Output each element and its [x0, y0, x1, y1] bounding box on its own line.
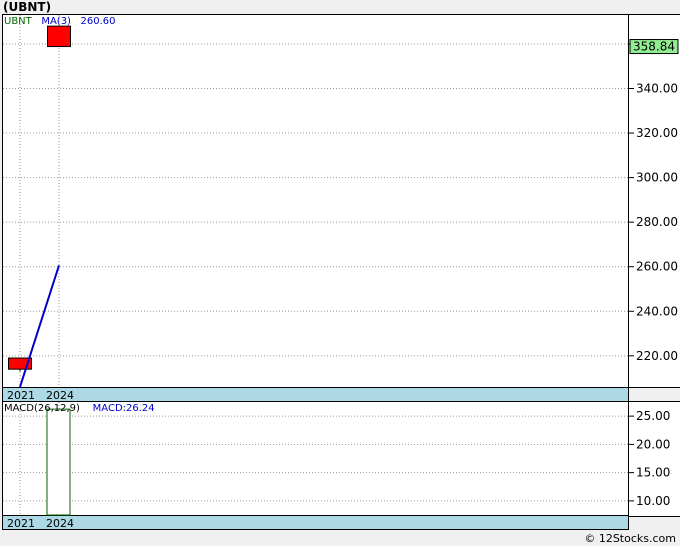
- price-tick-label: 320.00: [636, 126, 678, 140]
- macd-tick-label: 20.00: [636, 437, 670, 451]
- price-tick-label: 340.00: [636, 82, 678, 96]
- candle-body: [47, 25, 71, 48]
- footer-credit: © 12Stocks.com: [584, 532, 676, 545]
- chart-canvas: 220.00 240.00 260.00 280.00 300.00 320.00 340.…: [3, 15, 679, 516]
- legend-ma: MA(3): [41, 16, 71, 27]
- price-tick-label: 260.00: [636, 260, 678, 274]
- last-price-label: 358.84: [633, 40, 675, 54]
- legend-ma-value: 260.60: [80, 16, 116, 27]
- price-tick-label: 280.00: [636, 215, 678, 229]
- legend-ticker: UBNT: [4, 16, 32, 27]
- macd-bar: [46, 408, 71, 516]
- price-tick-label: 240.00: [636, 304, 678, 318]
- macd-legend-label: MACD(26,12,9): [4, 403, 80, 414]
- macd-legend-value: MACD:26.24: [92, 403, 155, 414]
- macd-tick-label: 10.00: [636, 494, 670, 508]
- macd-tick-label: 15.00: [636, 466, 670, 480]
- price-tick-label: 300.00: [636, 171, 678, 185]
- price-tick-label: 220.00: [636, 349, 678, 363]
- macd-legend: MACD(26,12,9) MACD:26.24: [4, 403, 155, 414]
- price-legend: UBNT MA(3) 260.60: [4, 16, 116, 27]
- macd-tick-label: 25.00: [636, 409, 670, 423]
- ma-line: [19, 265, 60, 388]
